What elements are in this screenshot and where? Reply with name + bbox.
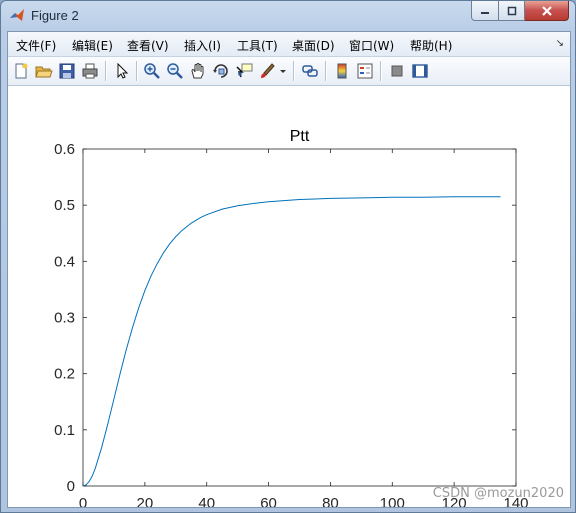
toolbar-separator [293,61,295,81]
x-tick-label: 60 [260,495,277,507]
menu-insert[interactable]: 插入(I) [184,37,221,54]
show-plot-tools-icon [412,64,428,78]
y-tick-label: 0 [67,478,75,495]
zoom-in-icon [144,63,160,79]
zoom-out-icon [167,63,183,79]
data-cursor-button[interactable] [233,60,255,82]
show-plot-tools-button[interactable] [409,60,431,82]
select-arrow-icon [117,62,129,79]
figure-client-area: 文件(F) 编辑(E) 查看(V) 插入(I) 工具(T) 桌面(D) 窗口(W… [7,31,571,508]
pan-hand-icon [191,63,204,79]
menu-file[interactable]: 文件(F) [16,37,56,54]
title-bar[interactable]: Figure 2 [1,1,575,31]
menu-view[interactable]: 查看(V) [127,37,169,54]
hide-plot-tools-icon [391,65,403,77]
new-figure-button[interactable] [10,60,32,82]
y-tick-label: 0.6 [54,141,75,158]
colorbar-icon [337,63,347,79]
watermark-text: CSDN @mozun2020 [432,486,564,501]
legend-button[interactable] [354,60,376,82]
maximize-button[interactable] [499,1,525,21]
zoom-out-button[interactable] [164,60,186,82]
window-controls [471,1,569,21]
menu-bar: 文件(F) 编辑(E) 查看(V) 插入(I) 工具(T) 桌面(D) 窗口(W… [8,32,570,57]
brush-button[interactable] [256,60,278,82]
print-icon [82,63,98,79]
rotate-3d-icon [213,64,228,78]
menu-window[interactable]: 窗口(W) [349,37,394,54]
select-arrow-button[interactable] [111,60,133,82]
y-tick-label: 0.5 [54,197,75,214]
figure-window: Figure 2 文件(F) 编辑(E) 查看(V) 插入(I) 工具(T) 桌… [0,0,576,513]
x-tick-label: 40 [198,495,215,507]
toolbar-separator [380,61,382,81]
link-plot-button[interactable] [299,60,321,82]
save-button[interactable] [56,60,78,82]
brush-icon [261,63,275,78]
open-file-button[interactable] [33,60,55,82]
pan-button[interactable] [187,60,209,82]
window-title: Figure 2 [31,8,79,23]
save-icon [59,63,75,79]
x-tick-label: 20 [137,495,154,507]
menubar-dock-arrow-icon[interactable]: ↘ [556,38,564,49]
x-tick-label: 100 [380,495,405,507]
x-tick-label: 80 [322,495,339,507]
y-tick-label: 0.3 [54,310,75,327]
brush-dropdown-icon [280,70,286,73]
data-cursor-icon [236,63,253,78]
close-icon [541,5,552,16]
brush-dropdown-button[interactable] [278,60,288,82]
print-button[interactable] [79,60,101,82]
minimize-icon [481,11,489,14]
menu-tools[interactable]: 工具(T) [237,37,278,54]
menu-edit[interactable]: 编辑(E) [72,37,113,54]
colorbar-button[interactable] [331,60,353,82]
line-chart[interactable]: 0 20 40 60 80 100 120 14000.10.20.30.40.50.6Ptt… [8,86,570,507]
menu-help[interactable]: 帮助(H) [410,37,452,54]
matlab-logo-icon [9,7,25,23]
open-file-icon [35,66,53,78]
maximize-icon [507,6,516,15]
figure-toolbar [8,57,570,86]
chart-title: Ptt [290,128,310,145]
toolbar-separator [136,61,138,81]
menu-desktop[interactable]: 桌面(D) [292,37,335,54]
figure-canvas[interactable]: 0 20 40 60 80 100 120 140 0 0.1 0.2 0.3 0.4 0.5 0.6 Ptt… [8,86,570,507]
y-tick-label: 0.2 [54,366,75,383]
hide-plot-tools-button[interactable] [386,60,408,82]
rotate-3d-button[interactable] [210,60,232,82]
y-tick-label: 0.1 [54,422,75,439]
zoom-in-button[interactable] [141,60,163,82]
toolbar-separator [105,61,107,81]
x-tick-label: 0 [79,495,87,507]
y-tick-label: 0.4 [54,253,75,270]
new-figure-icon [15,63,28,79]
close-button[interactable] [525,1,569,21]
legend-icon [357,63,373,79]
toolbar-separator [325,61,327,81]
minimize-button[interactable] [471,1,499,21]
link-plot-icon [302,65,318,77]
